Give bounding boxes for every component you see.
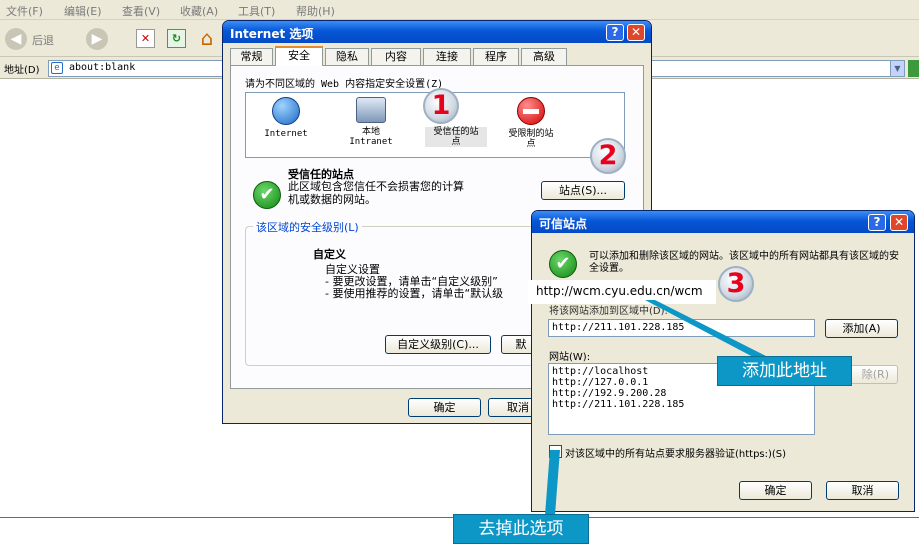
menu-help[interactable]: 帮助(H) xyxy=(296,3,335,19)
tab-general[interactable]: 常规 xyxy=(230,48,273,65)
menu-edit[interactable]: 编辑(E) xyxy=(64,3,102,19)
ok-button[interactable]: 确定 xyxy=(408,398,481,417)
globe-icon xyxy=(272,97,300,125)
add-site-label: 将该网站添加到区域中(D): xyxy=(549,306,668,317)
zone-trusted-label: 受信任的站 点 xyxy=(425,127,487,147)
https-checkbox[interactable] xyxy=(549,445,562,458)
add-address-callout: 添加此地址 xyxy=(717,356,852,386)
sites-button[interactable]: 站点(S)... xyxy=(541,181,625,200)
zone-prompt: 请为不同区域的 Web 内容指定安全设置(Z) xyxy=(245,79,444,90)
home-icon[interactable]: ⌂ xyxy=(196,27,218,49)
menu-view[interactable]: 查看(V) xyxy=(122,3,160,19)
trusted-ok-button[interactable]: 确定 xyxy=(739,481,812,500)
add-button[interactable]: 添加(A) xyxy=(825,319,898,338)
help-icon[interactable]: ? xyxy=(868,214,886,231)
close-icon[interactable]: ✕ xyxy=(627,24,645,41)
address-label: 地址(D) xyxy=(4,65,40,76)
close-icon[interactable]: ✕ xyxy=(890,214,908,231)
level-line-3: - 要使用推荐的设置，请单击“默认级 xyxy=(325,287,504,300)
computer-icon xyxy=(356,97,386,123)
help-icon[interactable]: ? xyxy=(606,24,624,41)
zone-internet[interactable]: Internet xyxy=(256,97,316,157)
menu-file[interactable]: 文件(F) xyxy=(6,3,43,19)
tab-advanced[interactable]: 高级 xyxy=(521,48,567,65)
trusted-sites-titlebar: 可信站点 xyxy=(532,211,914,233)
back-arrow-icon[interactable]: ◀ xyxy=(5,28,27,50)
zone-description: 此区域包含您信任不会损害您的计算机或数据的网站。 xyxy=(288,180,464,206)
internet-options-title: Internet 选项 xyxy=(230,27,314,41)
menu-tools[interactable]: 工具(T) xyxy=(238,3,275,19)
step-1-marker: 1 xyxy=(423,88,459,124)
tab-content[interactable]: 内容 xyxy=(371,48,421,65)
zone-internet-label: Internet xyxy=(264,129,308,139)
refresh-icon[interactable]: ↻ xyxy=(167,29,186,48)
trusted-check-icon: ✔ xyxy=(253,181,281,209)
step-2-marker: 2 xyxy=(590,138,626,174)
trusted-cancel-button[interactable]: 取消 xyxy=(826,481,899,500)
step-3-marker: 3 xyxy=(718,266,754,302)
forward-arrow-icon[interactable]: ▶ xyxy=(86,28,108,50)
zone-intranet[interactable]: 本地 Intranet xyxy=(341,97,401,157)
page-icon: e xyxy=(51,62,63,74)
address-dropdown-icon[interactable]: ▼ xyxy=(890,61,904,76)
list-item[interactable]: http://192.9.200.28 xyxy=(552,388,811,399)
zone-intranet-label: 本地 Intranet xyxy=(349,127,393,147)
custom-level-button[interactable]: 自定义级别(C)... xyxy=(385,335,491,354)
list-item[interactable]: http://211.101.228.185 xyxy=(552,399,811,410)
info-check-icon: ✔ xyxy=(549,250,577,278)
tab-privacy[interactable]: 隐私 xyxy=(325,48,369,65)
zone-restricted[interactable]: 受限制的站 点 xyxy=(496,97,566,157)
sites-list-label: 网站(W): xyxy=(549,352,591,363)
remove-option-callout: 去掉此选项 xyxy=(453,514,589,544)
go-icon[interactable] xyxy=(908,60,919,77)
tab-security[interactable]: 安全 xyxy=(275,46,323,66)
https-checkbox-label: 对该区域中的所有站点要求服务器验证(https:)(S) xyxy=(565,449,787,460)
trusted-sites-title: 可信站点 xyxy=(539,217,588,231)
add-site-input[interactable]: http://211.101.228.185 xyxy=(548,319,815,337)
menu-favorites[interactable]: 收藏(A) xyxy=(180,3,218,19)
address-value: about:blank xyxy=(69,62,136,73)
back-button-label[interactable]: 后退 xyxy=(32,32,54,48)
url-annotation: http://wcm.cyu.edu.cn/wcm xyxy=(528,280,716,304)
restricted-icon xyxy=(517,97,545,125)
tab-connections[interactable]: 连接 xyxy=(423,48,471,65)
security-level-title: 自定义 xyxy=(313,248,346,261)
zone-restricted-label: 受限制的站 点 xyxy=(508,129,554,149)
internet-options-titlebar: Internet 选项 xyxy=(223,21,651,43)
tab-programs[interactable]: 程序 xyxy=(473,48,519,65)
stop-icon[interactable]: ✕ xyxy=(136,29,155,48)
menu-bar: 文件(F) 编辑(E) 查看(V) 收藏(A) 工具(T) 帮助(H) xyxy=(0,0,919,20)
security-level-label: 该区域的安全级别(L) xyxy=(253,219,362,235)
